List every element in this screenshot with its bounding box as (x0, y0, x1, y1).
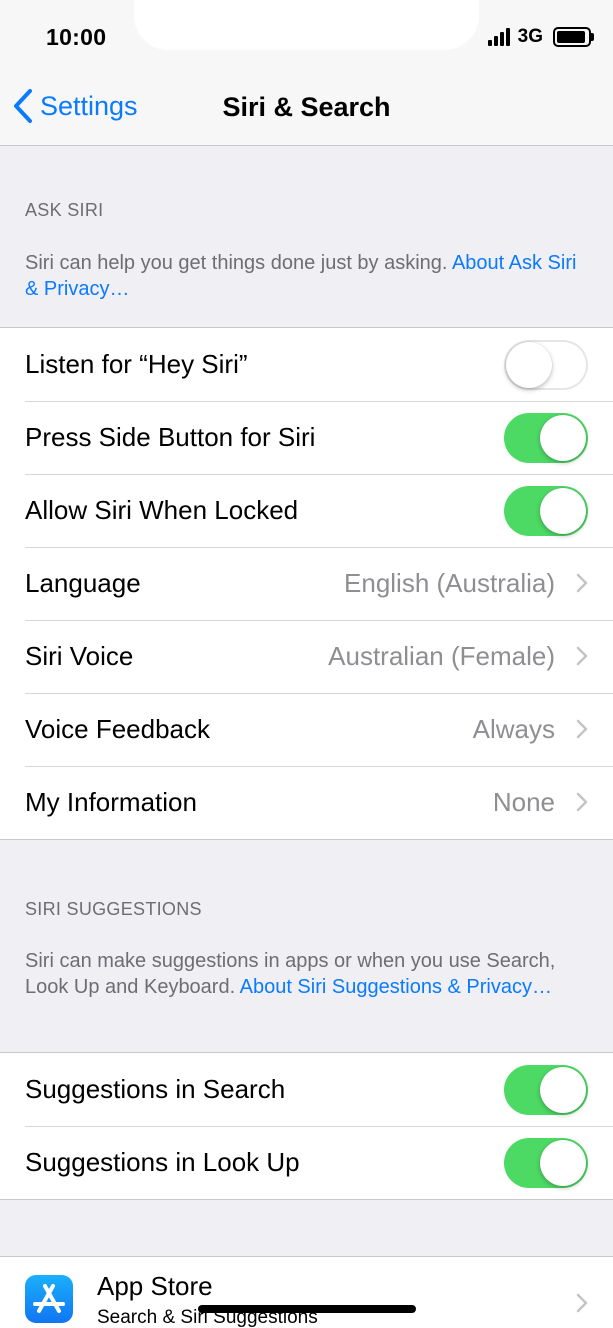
chevron-right-icon (576, 646, 588, 666)
my-information-value: None (492, 787, 555, 817)
row-voice-feedback[interactable]: Voice Feedback Always (0, 693, 613, 766)
ask-siri-group: Listen for “Hey Siri” Press Side Button … (0, 327, 613, 840)
status-indicators: 3G (487, 26, 594, 48)
row-label: Suggestions in Search (25, 1074, 286, 1104)
toggle-knob (506, 342, 552, 388)
siri-suggestions-header: SIRI SUGGESTIONS (25, 899, 202, 919)
app-row-app-store[interactable]: App Store Search & Siri Suggestions (0, 1257, 613, 1328)
apps-group: App Store Search & Siri Suggestions (0, 1256, 613, 1328)
toggle-knob (540, 415, 586, 461)
chevron-right-icon (576, 1293, 588, 1313)
app-name: App Store (97, 1271, 213, 1301)
row-label: Allow Siri When Locked (25, 495, 299, 525)
cellular-signal-icon (487, 28, 510, 46)
about-siri-suggestions-privacy-link[interactable]: About Siri Suggestions & Privacy… (240, 976, 552, 998)
siri-suggestions-group: Suggestions in Search Suggestions in Loo… (0, 1052, 613, 1200)
navigation-bar: 10:00 3G Settings Siri & Search (0, 0, 613, 146)
siri-voice-value: Australian (Female) (328, 641, 555, 671)
row-label: Listen for “Hey Siri” (25, 349, 248, 379)
home-indicator[interactable] (198, 1305, 416, 1313)
row-listen-hey-siri[interactable]: Listen for “Hey Siri” (0, 328, 613, 401)
row-label: Voice Feedback (25, 714, 211, 744)
row-label: Press Side Button for Siri (25, 422, 316, 452)
voice-feedback-value: Always (472, 714, 555, 744)
row-press-side-button[interactable]: Press Side Button for Siri (0, 401, 613, 474)
row-label: Suggestions in Look Up (25, 1147, 300, 1177)
siri-search-screen: 10:00 3G Settings Siri & Search ASK SIRI… (0, 0, 613, 1328)
network-type: 3G (517, 26, 543, 47)
row-my-information[interactable]: My Information None (0, 766, 613, 839)
toggle-knob (540, 1067, 586, 1113)
ask-siri-description: Siri can help you get things done just b… (25, 250, 591, 302)
row-label: Language (25, 568, 141, 598)
row-suggestions-in-search[interactable]: Suggestions in Search (0, 1053, 613, 1126)
chevron-right-icon (576, 792, 588, 812)
siri-suggestions-description: Siri can make suggestions in apps or whe… (25, 948, 591, 1000)
display-notch (134, 0, 479, 50)
page-title: Siri & Search (222, 92, 391, 122)
allow-locked-toggle[interactable] (504, 486, 588, 536)
side-button-toggle[interactable] (504, 413, 588, 463)
ask-siri-description-text: Siri can help you get things done just b… (25, 252, 452, 274)
hey-siri-toggle[interactable] (504, 340, 588, 390)
toggle-knob (540, 1140, 586, 1186)
app-store-icon (25, 1275, 73, 1323)
row-allow-when-locked[interactable]: Allow Siri When Locked (0, 474, 613, 547)
language-value: English (Australia) (344, 568, 555, 598)
row-label: My Information (25, 787, 197, 817)
suggestions-lookup-toggle[interactable] (504, 1138, 588, 1188)
row-suggestions-in-look-up[interactable]: Suggestions in Look Up (0, 1126, 613, 1199)
status-time: 10:00 (46, 24, 107, 50)
suggestions-search-toggle[interactable] (504, 1065, 588, 1115)
row-language[interactable]: Language English (Australia) (0, 547, 613, 620)
row-label: Siri Voice (25, 641, 134, 671)
battery-icon (553, 27, 594, 47)
ask-siri-header: ASK SIRI (25, 200, 104, 220)
chevron-right-icon (576, 573, 588, 593)
chevron-right-icon (576, 719, 588, 739)
row-siri-voice[interactable]: Siri Voice Australian (Female) (0, 620, 613, 693)
toggle-knob (540, 488, 586, 534)
